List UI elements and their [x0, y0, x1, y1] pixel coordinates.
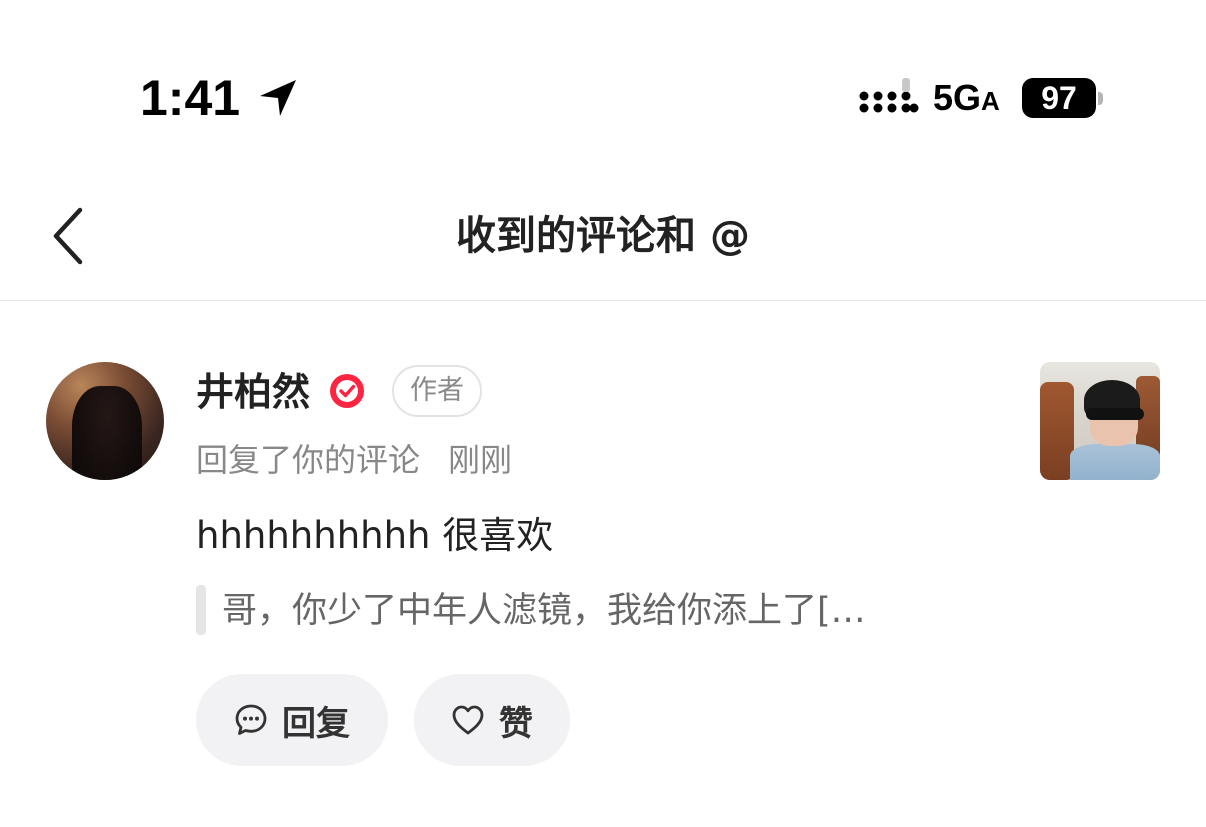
- network-type: 5GA: [933, 77, 1000, 118]
- notification-time: 刚刚: [448, 441, 513, 479]
- reply-label: 回复: [282, 703, 350, 744]
- verified-check-icon: [330, 374, 364, 408]
- nav-divider: [0, 300, 1206, 301]
- post-thumbnail[interactable]: [1040, 362, 1160, 480]
- battery-indicator: 97: [1022, 78, 1096, 118]
- battery-nub: [1098, 92, 1103, 105]
- like-button[interactable]: 赞: [414, 674, 570, 766]
- location-arrow-icon: [260, 80, 296, 116]
- avatar[interactable]: [46, 362, 164, 480]
- user-name[interactable]: 井柏然: [196, 366, 310, 418]
- signal-icon: [859, 78, 919, 113]
- comment-bubble-icon: [235, 704, 267, 735]
- quoted-comment[interactable]: 哥，你少了中年人滤镜，我给你添上了[…: [222, 586, 1002, 636]
- status-time: 1:41: [140, 70, 241, 126]
- quote-bar: [196, 585, 206, 635]
- heart-icon: [452, 705, 484, 735]
- reply-button[interactable]: 回复: [196, 674, 388, 766]
- author-badge: 作者: [392, 365, 482, 417]
- page-title: 收到的评论和 @: [456, 213, 750, 259]
- notification-action: 回复了你的评论 刚刚: [196, 436, 512, 484]
- like-label: 赞: [499, 703, 533, 744]
- reply-comment-text[interactable]: hhhhhhhhhh 很喜欢: [196, 510, 553, 562]
- action-label: 回复了你的评论: [196, 441, 421, 479]
